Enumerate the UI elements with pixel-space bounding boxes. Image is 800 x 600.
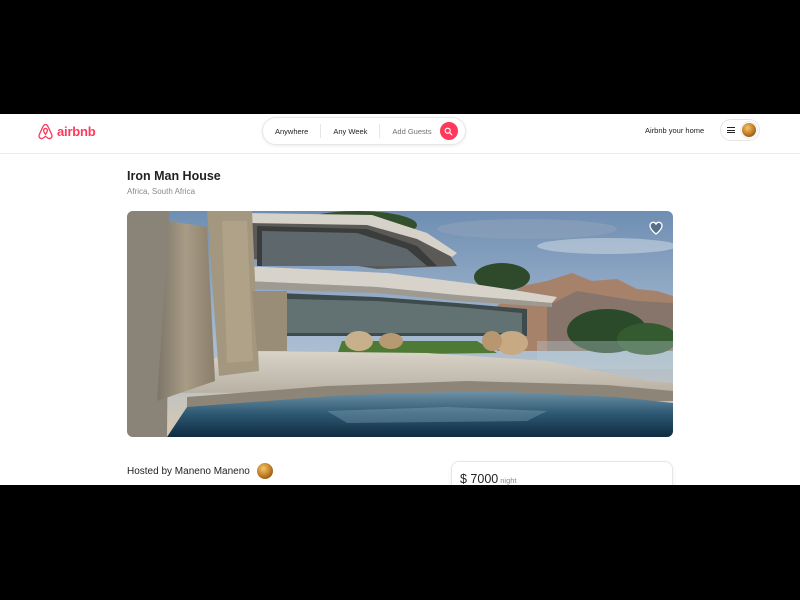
- brand-name: airbnb: [57, 123, 96, 139]
- house-photo-image: [127, 211, 673, 437]
- price-line: $ 7000 night: [460, 472, 517, 485]
- hosted-by-text: Hosted by Maneno Maneno: [127, 465, 250, 477]
- search-bar[interactable]: Anywhere Any Week Add Guests: [262, 117, 466, 145]
- price-amount: $ 7000: [460, 472, 499, 485]
- search-where[interactable]: Anywhere: [263, 124, 320, 138]
- listing-location[interactable]: Africa, South Africa: [127, 187, 195, 196]
- search-when[interactable]: Any Week: [320, 124, 379, 138]
- search-button[interactable]: [439, 122, 458, 140]
- airbnb-your-home-link[interactable]: Airbnb your home: [645, 126, 704, 135]
- page-viewport: airbnb Anywhere Any Week Add Guests Airb…: [0, 114, 800, 485]
- user-menu-button[interactable]: [720, 119, 760, 141]
- menu-icon: [727, 127, 735, 133]
- host-avatar[interactable]: [256, 463, 273, 479]
- search-icon: [444, 127, 453, 135]
- airbnb-logo[interactable]: airbnb: [38, 122, 96, 140]
- top-header: airbnb Anywhere Any Week Add Guests Airb…: [0, 114, 800, 154]
- search-guests-label: Add Guests: [392, 126, 432, 136]
- price-unit: night: [500, 476, 517, 485]
- heart-icon[interactable]: [648, 220, 664, 236]
- airbnb-logo-icon: [38, 123, 53, 139]
- search-guests[interactable]: Add Guests: [379, 122, 463, 140]
- user-avatar: [741, 122, 757, 138]
- host-info: Hosted by Maneno Maneno: [127, 463, 273, 479]
- listing-title: Iron Man House: [127, 169, 221, 183]
- booking-card: $ 7000 night: [451, 461, 673, 485]
- listing-photo[interactable]: [127, 211, 673, 437]
